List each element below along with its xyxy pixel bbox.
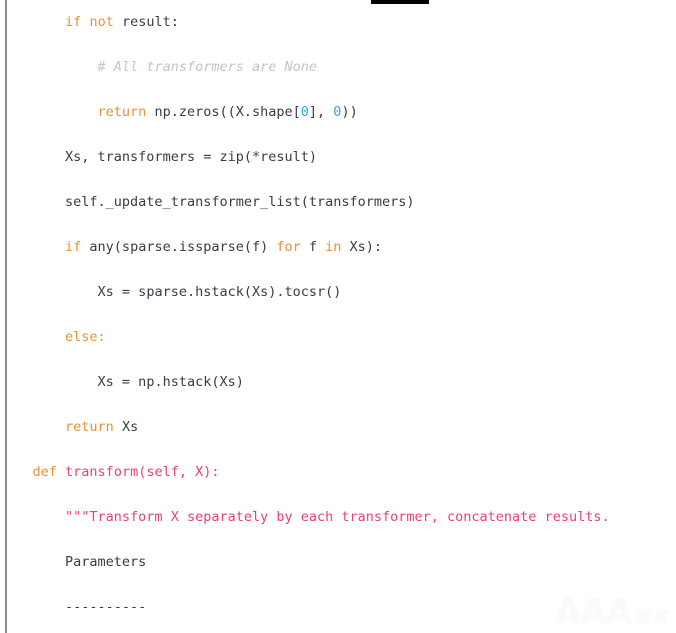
code-token: else: <box>65 329 106 345</box>
code-token: Xs <box>113 419 139 435</box>
code-line: return np.zeros((X.shape[0], 0)) <box>0 90 676 135</box>
code-line: self._update_transformer_list(transforme… <box>0 180 676 225</box>
code-token: for <box>276 239 301 255</box>
code-line: def transform(self, X): <box>0 450 676 495</box>
code-token: return <box>97 104 147 120</box>
code-token: return <box>65 419 114 435</box>
code-line: ---------- <box>0 585 676 630</box>
code-line: Xs = np.hstack(Xs) <box>0 360 676 405</box>
code-token: not <box>89 14 114 30</box>
code-line: Xs = sparse.hstack(Xs).tocsr() <box>0 270 676 315</box>
code-line: return Xs <box>0 405 676 450</box>
code-line: if any(sparse.issparse(f) for f in Xs): <box>0 225 676 270</box>
code-token: 0 <box>300 104 309 120</box>
code-token: Xs = sparse.hstack(Xs).tocsr() <box>97 284 342 300</box>
code-token: Xs): <box>341 239 383 255</box>
code-token: )) <box>341 104 358 120</box>
code-token: if <box>65 239 82 255</box>
code-line: else: <box>0 315 676 360</box>
code-screenshot: if not result: # All transformers are No… <box>0 0 676 633</box>
code-token: """Transform X separately by each transf… <box>65 509 610 525</box>
code-token: ---------- <box>65 599 147 615</box>
code-token: self._update_transformer_list(transforme… <box>65 194 415 210</box>
code-line: if not result: <box>0 0 676 45</box>
code-token: # All transformers are None <box>97 59 317 75</box>
code-token: f <box>300 239 326 255</box>
code-token: Xs, transformers = zip(*result) <box>65 149 317 165</box>
code-token: def <box>32 464 57 480</box>
code-line: # All transformers are None <box>0 45 676 90</box>
code-token: Parameters <box>65 554 147 570</box>
code-token: np.zeros((X.shape[ <box>146 104 301 120</box>
code-block: if not result: # All transformers are No… <box>0 0 676 630</box>
code-token: ], <box>308 104 334 120</box>
code-line: """Transform X separately by each transf… <box>0 495 676 540</box>
code-line: Xs, transformers = zip(*result) <box>0 135 676 180</box>
code-token: Xs = np.hstack(Xs) <box>97 374 244 390</box>
code-token: in <box>325 239 342 255</box>
code-token: if <box>65 14 82 30</box>
code-token: transform(self, X): <box>65 464 220 480</box>
code-line: Parameters <box>0 540 676 585</box>
code-token: result: <box>113 14 179 30</box>
code-token: any(sparse.issparse(f) <box>81 239 277 255</box>
